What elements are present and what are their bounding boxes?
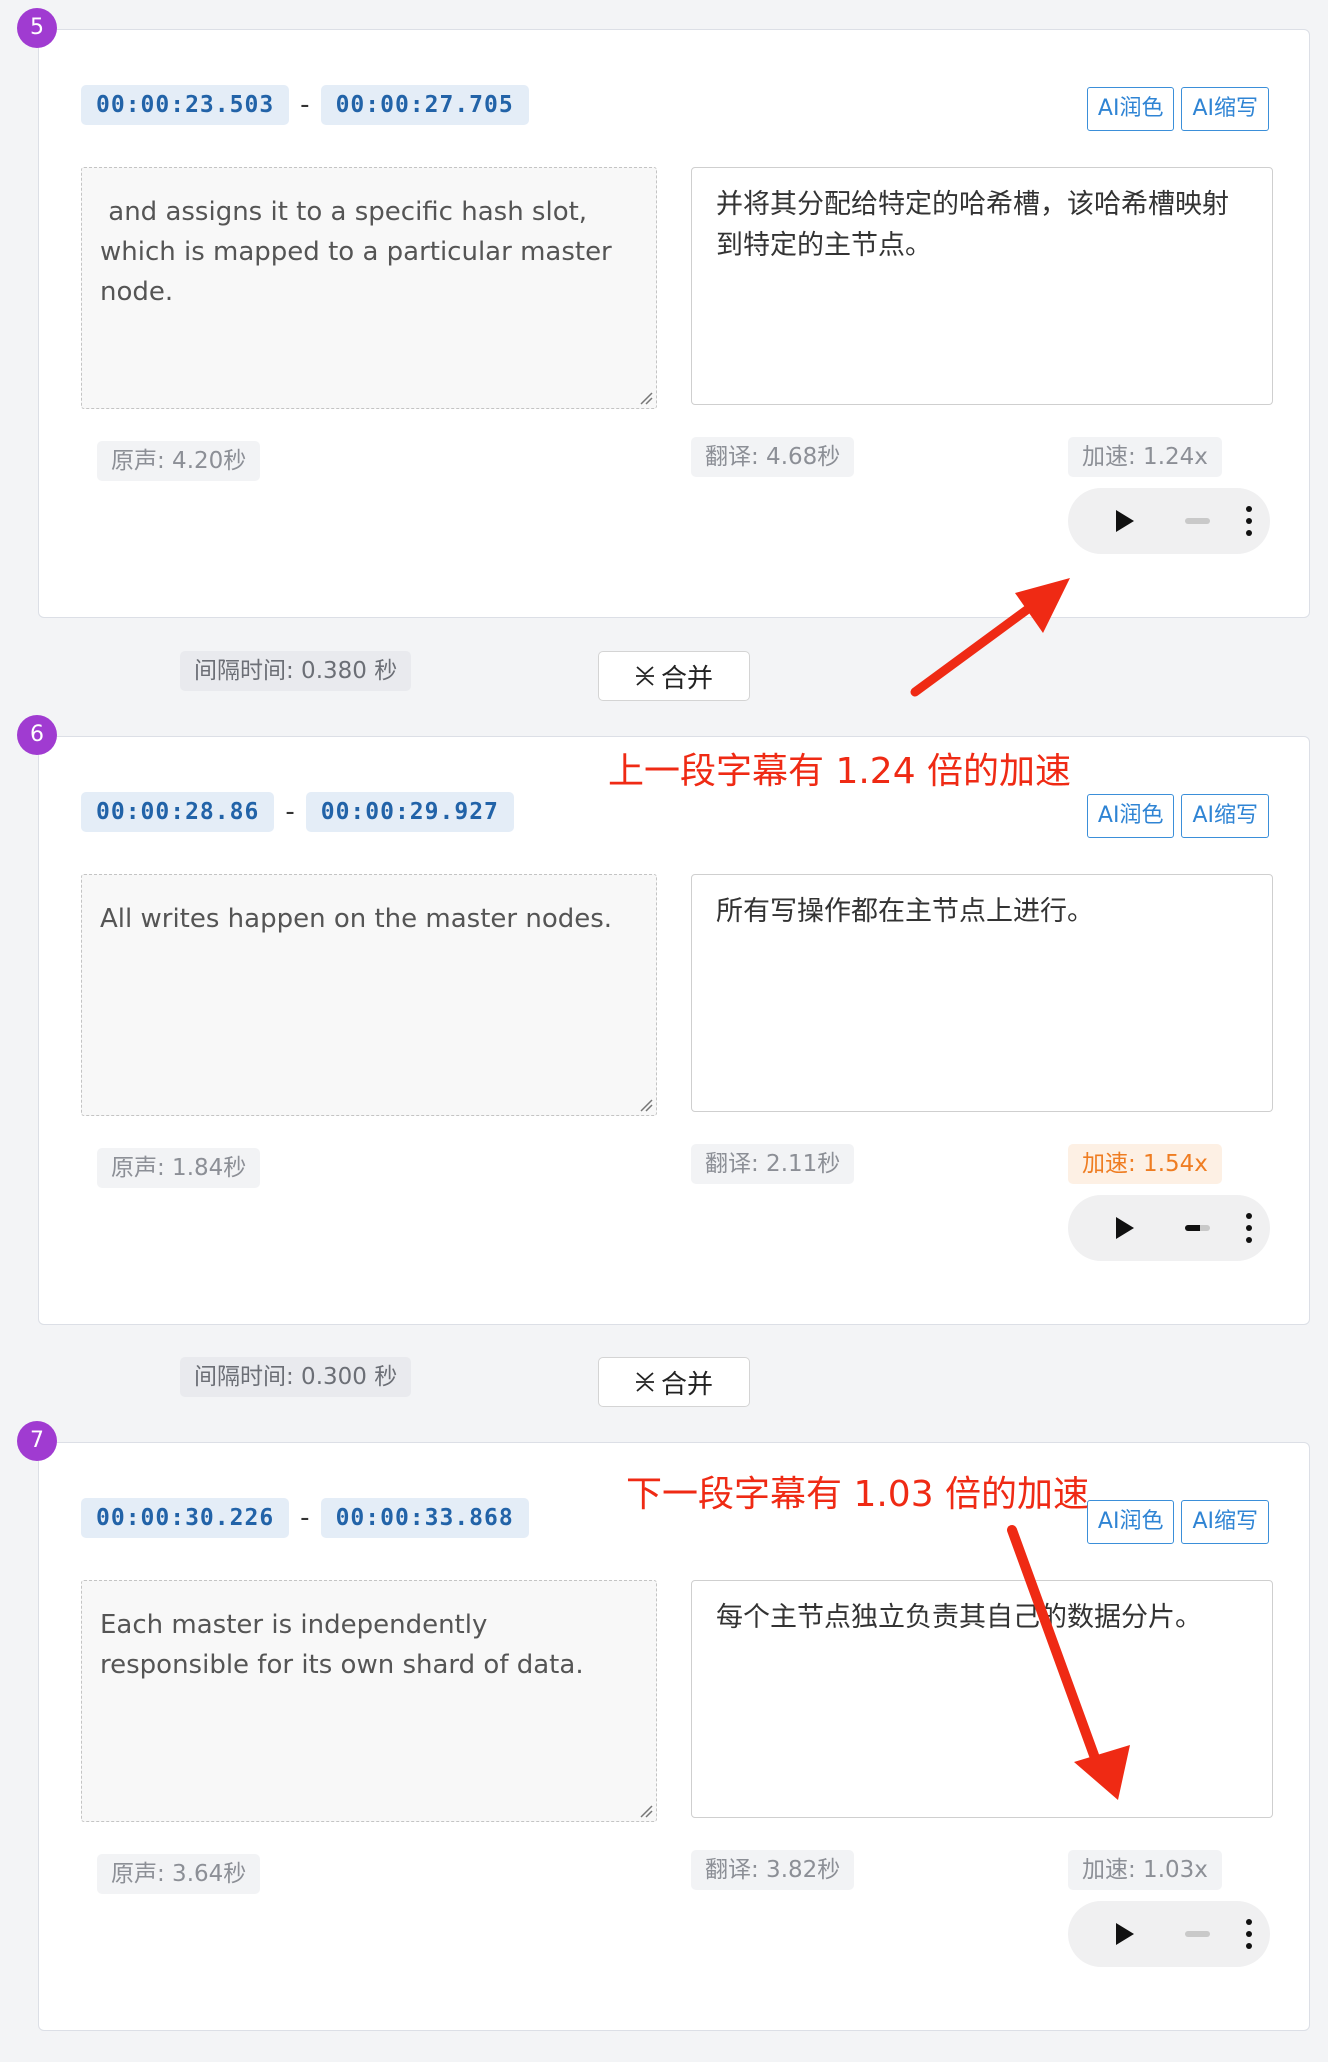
arrow-down-icon	[1007, 1525, 1130, 1800]
annotation-arrows	[910, 578, 1130, 1800]
arrow-up-right-icon	[910, 578, 1070, 697]
